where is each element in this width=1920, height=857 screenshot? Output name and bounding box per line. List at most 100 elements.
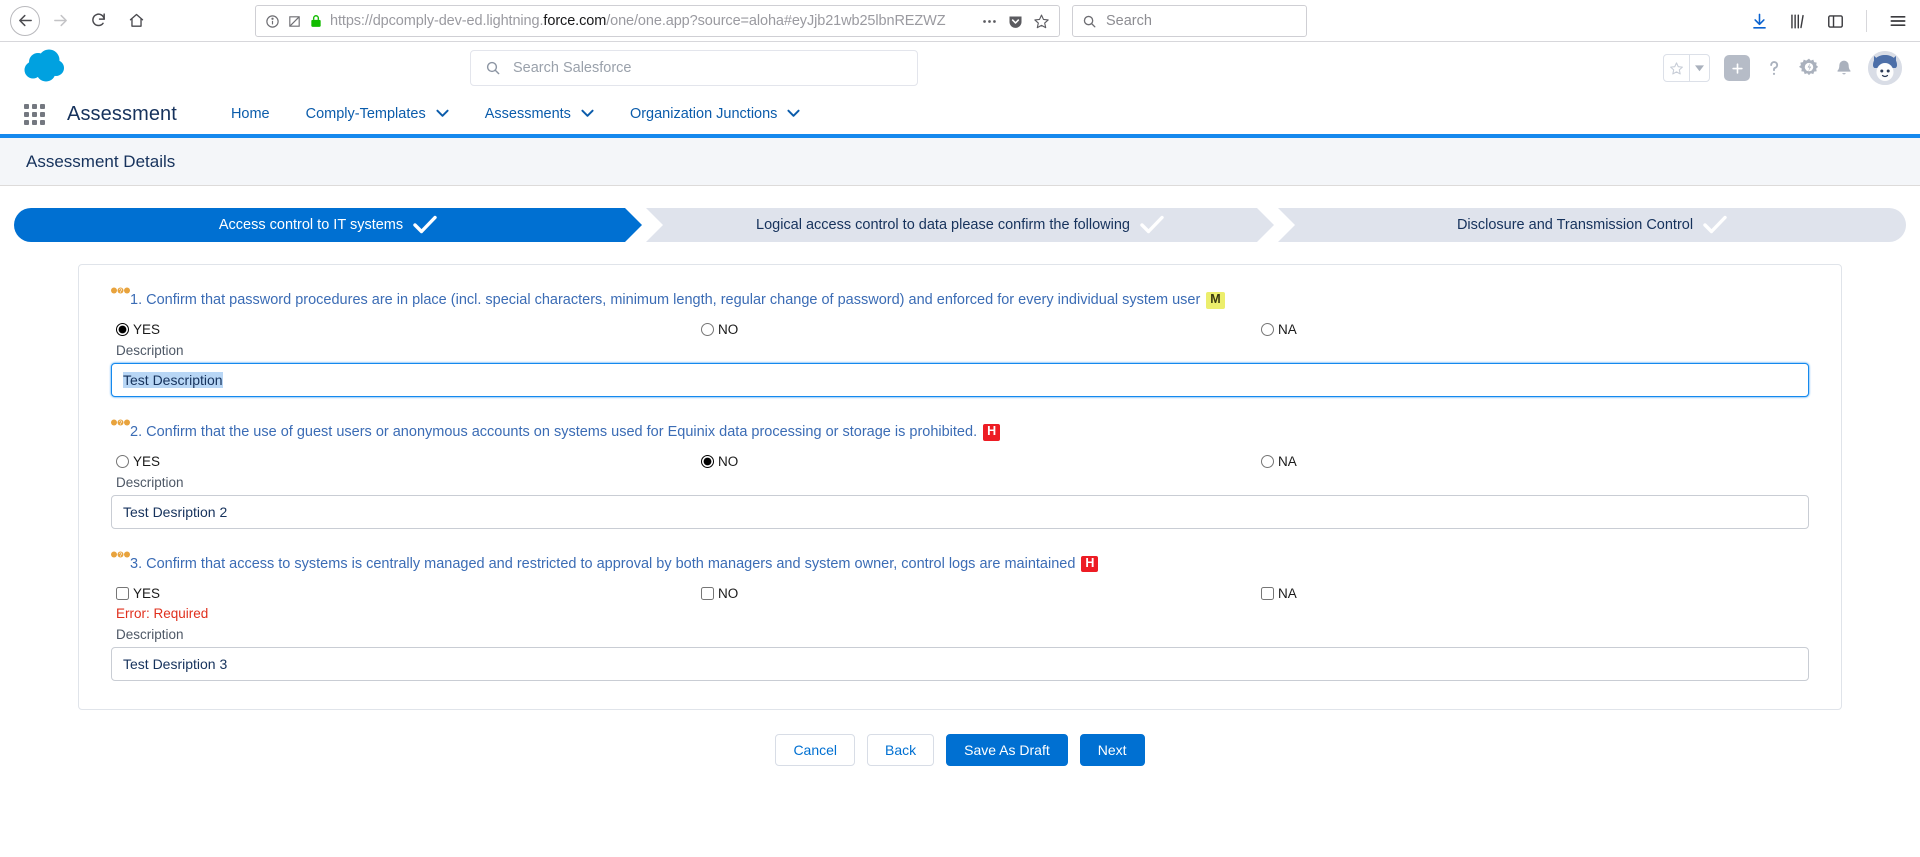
gear-icon[interactable]: [1798, 57, 1820, 79]
search-icon: [1082, 14, 1097, 29]
nav-item-organization-junctions[interactable]: Organization Junctions: [612, 92, 819, 136]
checkbox-yes[interactable]: [116, 586, 129, 600]
chevron-down-icon[interactable]: [1689, 55, 1709, 81]
assessment-path-container: Access control to IT systems Logical acc…: [0, 186, 1920, 242]
priority-badge: H: [983, 423, 1001, 441]
option-no[interactable]: NO: [701, 322, 1261, 337]
form-footer: Cancel Back Save As Draft Next: [0, 733, 1920, 766]
option-na[interactable]: NA: [1261, 454, 1297, 469]
home-icon[interactable]: [118, 3, 154, 39]
salesforce-search-box[interactable]: Search Salesforce: [470, 50, 918, 86]
nav-item-label: Home: [230, 106, 270, 122]
favorites-group[interactable]: [1663, 54, 1710, 82]
reload-icon[interactable]: [80, 3, 116, 39]
option-label: NO: [718, 453, 739, 469]
path-step-label: Access control to IT systems: [218, 217, 404, 233]
chevron-down-icon[interactable]: [787, 106, 801, 122]
star-outline-icon[interactable]: [1033, 13, 1050, 30]
search-icon: [485, 60, 501, 76]
page-header: Assessment Details: [0, 138, 1920, 186]
salesforce-header-actions: [1663, 42, 1902, 94]
radio-no[interactable]: [701, 322, 714, 336]
help-info-icon[interactable]: ?: [111, 418, 130, 430]
hamburger-menu-icon[interactable]: [1888, 11, 1908, 31]
radio-no[interactable]: [701, 454, 714, 468]
path-step-label: Disclosure and Transmission Control: [1456, 217, 1694, 233]
option-yes[interactable]: YES: [116, 454, 701, 469]
option-na[interactable]: NA: [1261, 586, 1297, 601]
option-label: NA: [1278, 321, 1297, 337]
url-bar[interactable]: https://dpcomply-dev-ed.lightning.force.…: [255, 5, 1060, 37]
star-outline-icon[interactable]: [1664, 55, 1689, 81]
browser-search-bar[interactable]: Search: [1072, 5, 1307, 37]
nav-item-comply-templates[interactable]: Comply-Templates: [288, 92, 467, 136]
help-info-icon[interactable]: ?: [111, 550, 130, 562]
question-block-1: ? 1. Confirm that password procedures ar…: [111, 287, 1809, 397]
option-label: NA: [1278, 453, 1297, 469]
radio-yes[interactable]: [116, 322, 129, 336]
description-input[interactable]: [111, 494, 1809, 529]
chevron-down-icon[interactable]: [581, 106, 594, 122]
option-label: YES: [133, 321, 161, 337]
question-text: Confirm that password procedures are in …: [146, 292, 1201, 308]
radio-na[interactable]: [1261, 454, 1274, 468]
browser-toolbar: https://dpcomply-dev-ed.lightning.force.…: [0, 0, 1920, 42]
option-yes[interactable]: YES: [116, 586, 701, 601]
salesforce-search-placeholder: Search Salesforce: [513, 60, 632, 76]
nav-item-label: Organization Junctions: [629, 106, 778, 122]
description-input[interactable]: [111, 646, 1809, 681]
radio-na[interactable]: [1261, 322, 1274, 336]
save-as-draft-button[interactable]: Save As Draft: [946, 733, 1068, 766]
forward-icon: [42, 3, 78, 39]
ellipsis-icon[interactable]: [981, 13, 998, 30]
salesforce-cloud-logo[interactable]: [22, 49, 70, 88]
page-title: Assessment Details: [26, 151, 176, 171]
url-suffix: /one/one.app?source=aloha#eyJjb21wb25lbn…: [606, 13, 946, 29]
pocket-icon[interactable]: [1007, 13, 1024, 30]
add-icon[interactable]: [1724, 55, 1750, 81]
bell-icon[interactable]: [1834, 58, 1854, 79]
avatar[interactable]: [1868, 51, 1902, 85]
checkbox-no[interactable]: [701, 586, 714, 600]
description-label: Description: [116, 474, 184, 490]
description-label: Description: [116, 342, 184, 358]
nav-item-home[interactable]: Home: [213, 92, 288, 136]
option-na[interactable]: NA: [1261, 322, 1297, 337]
question-number: 1.: [130, 292, 143, 308]
option-label: NA: [1278, 585, 1297, 601]
option-no[interactable]: NO: [701, 586, 1261, 601]
question-title-2: ? 2. Confirm that the use of guest users…: [111, 419, 1809, 442]
question-block-2: ? 2. Confirm that the use of guest users…: [111, 419, 1809, 529]
check-mark-icon: [1140, 215, 1164, 235]
download-icon[interactable]: [1750, 12, 1769, 31]
priority-badge: H: [1081, 555, 1099, 573]
check-mark-icon: [413, 215, 437, 235]
path-step-disclosure-transmission[interactable]: Disclosure and Transmission Control: [1278, 208, 1906, 242]
question-title-3: ? 3. Confirm that access to systems is c…: [111, 551, 1809, 574]
help-info-icon[interactable]: ?: [111, 286, 130, 298]
checkbox-na[interactable]: [1261, 586, 1274, 600]
salesforce-global-header: Search Salesforce: [0, 42, 1920, 94]
padlock-icon[interactable]: [309, 13, 323, 29]
library-icon[interactable]: [1788, 12, 1807, 31]
toolbar-divider: [1866, 10, 1867, 32]
nav-item-assessments[interactable]: Assessments: [467, 92, 612, 136]
path-step-logical-access-control[interactable]: Logical access control to data please co…: [646, 208, 1274, 242]
radio-yes[interactable]: [116, 454, 129, 468]
question-mark-icon[interactable]: [1764, 57, 1784, 79]
question-options-3: YES NO NA: [111, 586, 1809, 601]
option-no[interactable]: NO: [701, 454, 1261, 469]
sidebar-icon[interactable]: [1826, 12, 1845, 31]
cancel-button[interactable]: Cancel: [775, 733, 856, 766]
option-yes[interactable]: YES: [116, 322, 701, 337]
next-button[interactable]: Next: [1079, 733, 1145, 766]
app-launcher-waffle-icon[interactable]: [24, 103, 45, 125]
description-input[interactable]: [111, 362, 1809, 397]
path-step-access-control[interactable]: Access control to IT systems: [14, 208, 642, 242]
info-circle-icon[interactable]: [265, 14, 280, 29]
chevron-down-icon[interactable]: [436, 106, 449, 122]
back-icon[interactable]: [10, 5, 40, 36]
back-button[interactable]: Back: [867, 733, 935, 766]
assessment-path: Access control to IT systems Logical acc…: [14, 208, 1906, 242]
shield-crossed-icon[interactable]: [287, 14, 302, 29]
